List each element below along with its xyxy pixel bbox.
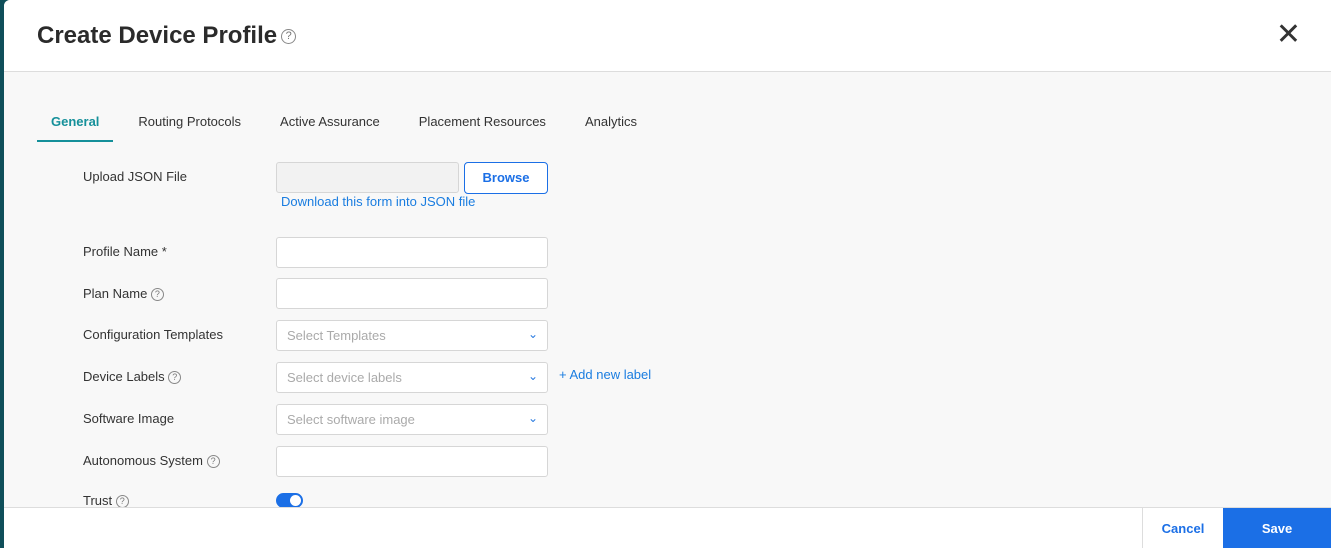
autonomous-system-label: Autonomous System ? bbox=[83, 453, 220, 469]
plan-name-label: Plan Name ? bbox=[83, 286, 164, 302]
create-device-profile-dialog: Create Device Profile? ✕ General Routing… bbox=[4, 0, 1331, 548]
tab-routing-protocols[interactable]: Routing Protocols bbox=[138, 114, 241, 142]
profile-name-input[interactable] bbox=[276, 237, 548, 268]
software-image-select[interactable]: Select software image ⌄ bbox=[276, 404, 548, 435]
tab-active-assurance[interactable]: Active Assurance bbox=[280, 114, 380, 142]
config-templates-select[interactable]: Select Templates ⌄ bbox=[276, 320, 548, 351]
close-icon[interactable]: ✕ bbox=[1276, 20, 1301, 50]
browse-button[interactable]: Browse bbox=[464, 162, 548, 194]
dialog-footer: Cancel Save bbox=[4, 507, 1331, 548]
help-icon[interactable]: ? bbox=[281, 29, 297, 45]
autonomous-system-input[interactable] bbox=[276, 446, 548, 477]
chevron-down-icon: ⌄ bbox=[527, 327, 538, 341]
tab-placement-resources[interactable]: Placement Resources bbox=[419, 114, 546, 142]
help-icon[interactable]: ? bbox=[150, 288, 164, 302]
download-json-link[interactable]: Download this form into JSON file bbox=[281, 194, 475, 209]
profile-name-label: Profile Name * bbox=[83, 244, 167, 259]
chevron-down-icon: ⌄ bbox=[527, 369, 538, 383]
dialog-header: Create Device Profile? ✕ bbox=[4, 0, 1331, 72]
help-icon[interactable]: ? bbox=[206, 455, 220, 469]
device-labels-label: Device Labels ? bbox=[83, 369, 182, 385]
tab-analytics[interactable]: Analytics bbox=[585, 114, 637, 142]
add-new-label-link[interactable]: + Add new label bbox=[559, 367, 651, 382]
config-templates-label: Configuration Templates bbox=[83, 327, 223, 342]
chevron-down-icon: ⌄ bbox=[527, 411, 538, 425]
software-image-label: Software Image bbox=[83, 411, 175, 426]
trust-label: Trust ? bbox=[83, 493, 129, 509]
dialog-title: Create Device Profile? bbox=[37, 22, 297, 50]
cancel-button[interactable]: Cancel bbox=[1142, 508, 1223, 548]
save-button[interactable]: Save bbox=[1223, 508, 1331, 548]
device-labels-select[interactable]: Select device labels ⌄ bbox=[276, 362, 548, 393]
tab-general[interactable]: General bbox=[37, 114, 114, 142]
file-path-field[interactable] bbox=[276, 162, 459, 193]
upload-json-label: Upload JSON File bbox=[83, 169, 188, 184]
help-icon[interactable]: ? bbox=[168, 371, 182, 385]
plan-name-input[interactable] bbox=[276, 278, 548, 309]
tab-bar: General Routing Protocols Active Assuran… bbox=[37, 114, 676, 142]
trust-toggle[interactable] bbox=[276, 493, 303, 508]
